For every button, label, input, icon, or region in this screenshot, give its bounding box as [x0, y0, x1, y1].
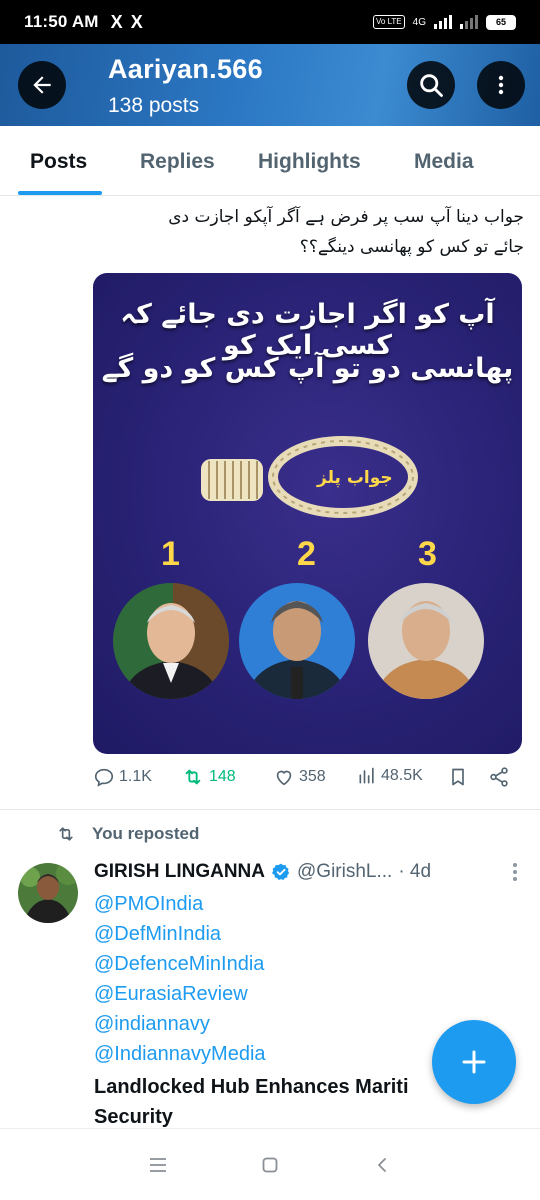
post-text-line: جائے تو کس کو پھانسی دینگے؟؟ [299, 237, 524, 257]
signal-icon [434, 15, 452, 29]
nav-recents-button[interactable] [144, 1151, 172, 1179]
tab-replies[interactable]: Replies [140, 150, 215, 174]
mention-link[interactable]: @DefMinIndia [94, 923, 221, 946]
views-count: 48.5K [381, 767, 423, 784]
portrait-2 [239, 583, 355, 699]
network-type: 4G [412, 16, 426, 28]
option-number: 3 [418, 535, 437, 573]
back-arrow-icon [33, 76, 51, 94]
author-name[interactable]: GIRISH LINGANNA [94, 861, 265, 883]
repost-indicator: You reposted [54, 824, 199, 844]
bookmark-button[interactable] [448, 766, 468, 788]
profile-tabs: Posts Replies Highlights Media [0, 126, 540, 196]
post-image[interactable]: آپ کو اگر اجازت دی جائے کہ کسی ایک کو پھ… [93, 273, 522, 754]
author-avatar[interactable] [18, 863, 78, 923]
more-options-button[interactable] [477, 61, 525, 109]
search-button[interactable] [407, 61, 455, 109]
author-line: GIRISH LINGANNA @GirishL... · 4d [94, 861, 524, 883]
repost-icon [185, 769, 201, 785]
battery-icon: 65 [486, 14, 516, 30]
volte-icon: Vo LTE [373, 15, 405, 29]
reply-count: 1.1K [119, 768, 152, 785]
tab-posts[interactable]: Posts [30, 150, 87, 174]
profile-name: Aariyan.566 [108, 54, 263, 84]
search-icon [420, 74, 443, 97]
tab-highlights[interactable]: Highlights [258, 150, 361, 174]
noose-label: جواب پلز [317, 468, 393, 488]
mention-link[interactable]: @DefenceMinIndia [94, 953, 264, 976]
post-divider [0, 809, 540, 810]
active-tab-indicator [18, 191, 102, 195]
repost-button[interactable]: 148 [181, 766, 236, 788]
post-text-line: جواب دینا آپ سب پر فرض ہے آگر آپکو اجازت… [168, 207, 524, 227]
portrait-1 [113, 583, 229, 699]
status-time: 11:50 AM [24, 12, 99, 31]
nav-menu-icon [150, 1158, 166, 1172]
system-nav-bar [0, 1128, 540, 1200]
share-icon [490, 767, 508, 787]
mention-link[interactable]: @IndiannavyMedia [94, 1043, 266, 1066]
more-vertical-icon [498, 75, 504, 95]
option-number: 2 [297, 535, 316, 573]
tab-media[interactable]: Media [414, 150, 474, 174]
reply-icon [94, 768, 114, 787]
x-notification-icon: X [110, 11, 123, 32]
nav-home-button[interactable] [256, 1151, 284, 1179]
nav-back-icon [378, 1158, 386, 1172]
views-icon [359, 767, 374, 784]
like-count: 358 [299, 768, 326, 785]
image-caption-line: پھانسی دو تو آپ کس کو دو گے [101, 353, 514, 384]
verified-icon [272, 863, 290, 880]
back-button[interactable] [18, 61, 66, 109]
option-number: 1 [161, 535, 180, 573]
post-time: · 4d [398, 861, 432, 882]
mention-link[interactable]: @PMOIndia [94, 893, 203, 916]
mention-link[interactable]: @EurasiaReview [94, 983, 248, 1006]
post-text[interactable]: جواب دینا آپ سب پر فرض ہے آگر آپکو اجازت… [94, 202, 524, 262]
status-right: Vo LTE 4G 65 [373, 14, 516, 30]
compose-post-button[interactable] [432, 1020, 516, 1104]
x-notification-icon: X [130, 11, 143, 32]
share-button[interactable] [488, 766, 510, 788]
views-button[interactable]: 48.5K [357, 766, 423, 786]
repost-icon [59, 827, 73, 841]
battery-level: 65 [495, 17, 506, 27]
profile-header: Aariyan.566 138 posts [0, 44, 540, 126]
nav-home-icon [262, 1157, 278, 1173]
post-count: 138 posts [108, 94, 200, 117]
image-caption-line: آپ کو اگر اجازت دی جائے کہ کسی ایک کو [120, 299, 495, 361]
like-button[interactable]: 358 [273, 766, 326, 788]
nav-back-button[interactable] [368, 1151, 396, 1179]
portrait-3 [368, 583, 484, 699]
post-actions: 1.1K 148 358 48.5K [93, 766, 523, 800]
mention-link[interactable]: @indiannavy [94, 1013, 210, 1036]
compose-plus-icon [462, 1050, 486, 1074]
more-vertical-icon[interactable] [512, 862, 518, 882]
repost-label: You reposted [92, 824, 200, 843]
reply-button[interactable]: 1.1K [93, 766, 152, 788]
status-bar: 11:50 AM X X Vo LTE 4G 65 [0, 0, 540, 44]
repost-count: 148 [209, 768, 236, 785]
author-handle[interactable]: @GirishL... [297, 861, 392, 883]
bookmark-icon [452, 768, 464, 786]
like-icon [276, 770, 292, 786]
signal-icon-secondary [460, 15, 478, 29]
